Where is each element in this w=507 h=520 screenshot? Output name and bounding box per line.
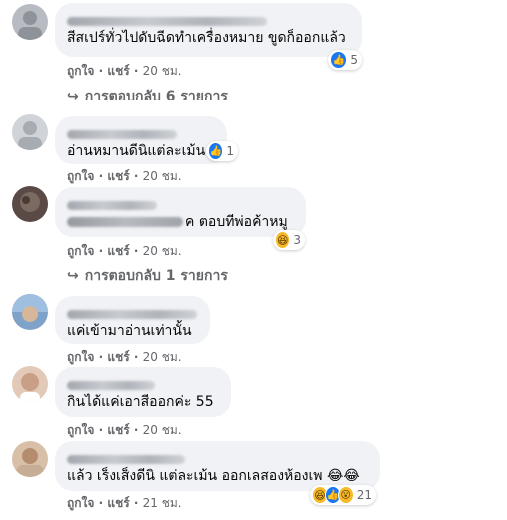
like-button[interactable]: ถูกใจ [67,423,94,437]
comment-actions: ถูกใจ · แชร์ · 20 ชม. [67,423,182,437]
comment-text: แล้ว เร็งเส็งดีนิ แต่ละเม้น ออกเลสองห้อง… [67,468,360,484]
comment-text: ค ตอบทีพ่อค้าหมู [67,213,294,231]
reaction-count: 21 [356,488,372,502]
comment-actions: ถูกใจ · แชร์ · 20 ชม. [67,244,182,258]
timestamp[interactable]: 20 ชม. [143,423,182,437]
share-button[interactable]: แชร์ [107,423,129,437]
comment-author[interactable] [67,449,368,464]
comment-text: แค่เข้ามาอ่านเท่านั้น [67,323,192,339]
avatar[interactable] [12,114,48,150]
avatar[interactable] [12,186,48,222]
comment-author[interactable] [67,375,219,390]
like-icon: 👍 [330,51,348,69]
share-button[interactable]: แชร์ [107,496,129,510]
comment-bubble: กินได้แค่เอาสีออกค่ะ 55 [55,367,231,417]
comment-author[interactable] [67,195,294,210]
reaction-count: 3 [293,233,301,247]
comment-bubble: สีสเปร์ทั่วไปดับฉีดทำเครื่องหมาย ขูดก็ออ… [55,3,362,57]
like-icon: 👍 [208,142,224,160]
comment-actions: ถูกใจ · แชร์ · 20 ชม. [67,350,182,364]
mention-tag[interactable] [67,217,183,227]
timestamp[interactable]: 20 ชม. [143,350,182,364]
share-button[interactable]: แชร์ [107,169,129,183]
comment-text: อ่านหมานดีนิแต่ละเม้น [67,143,206,159]
comment-text: กินได้แค่เอาสีออกค่ะ 55 [67,394,214,410]
comment-author[interactable] [67,11,350,26]
wow-icon: 😮 [337,486,354,504]
haha-icon: 😆 [275,231,291,249]
like-button[interactable]: ถูกใจ [67,350,94,364]
comment-text: สีสเปร์ทั่วไปดับฉีดทำเครื่องหมาย ขูดก็ออ… [67,30,346,46]
view-replies-button[interactable]: ↪ การตอบกลับ 6 รายการ [67,86,228,100]
avatar[interactable] [12,294,48,330]
like-button[interactable]: ถูกใจ [67,169,94,183]
share-button[interactable]: แชร์ [107,244,129,258]
share-button[interactable]: แชร์ [107,350,129,364]
avatar[interactable] [12,441,48,477]
comment-author[interactable] [67,304,198,319]
avatar[interactable] [12,4,48,40]
like-button[interactable]: ถูกใจ [67,496,94,510]
view-replies-button[interactable]: ↪ การตอบกลับ 1 รายการ [67,265,228,287]
comment-bubble: แค่เข้ามาอ่านเท่านั้น [55,296,210,344]
reaction-summary[interactable]: 👍 5 [328,50,362,70]
comment-actions: ถูกใจ · แชร์ · 21 ชม. [67,496,182,510]
timestamp[interactable]: 20 ชม. [143,169,182,183]
comment-actions: ถูกใจ · แชร์ · 20 ชม. [67,64,182,78]
reaction-summary[interactable]: 😆 👍 😮 21 [310,485,376,505]
timestamp[interactable]: 21 ชม. [143,496,182,510]
comment-bubble: แล้ว เร็งเส็งดีนิ แต่ละเม้น ออกเลสองห้อง… [55,441,380,491]
comment-bubble: อ่านหมานดีนิแต่ละเม้น [55,116,227,164]
comment-actions: ถูกใจ · แชร์ · 20 ชม. [67,169,182,183]
comment-bubble: ค ตอบทีพ่อค้าหมู [55,187,306,237]
avatar[interactable] [12,366,48,402]
reaction-summary[interactable]: 😆 3 [273,230,305,250]
share-button[interactable]: แชร์ [107,64,129,78]
like-button[interactable]: ถูกใจ [67,244,94,258]
comment-author[interactable] [67,124,215,139]
reaction-summary[interactable]: 👍 1 [206,141,238,161]
reply-arrow-icon: ↪ [67,268,79,284]
like-button[interactable]: ถูกใจ [67,64,94,78]
reaction-count: 1 [226,144,234,158]
reaction-count: 5 [350,53,358,67]
reply-arrow-icon: ↪ [67,89,79,100]
timestamp[interactable]: 20 ชม. [143,64,182,78]
timestamp[interactable]: 20 ชม. [143,244,182,258]
